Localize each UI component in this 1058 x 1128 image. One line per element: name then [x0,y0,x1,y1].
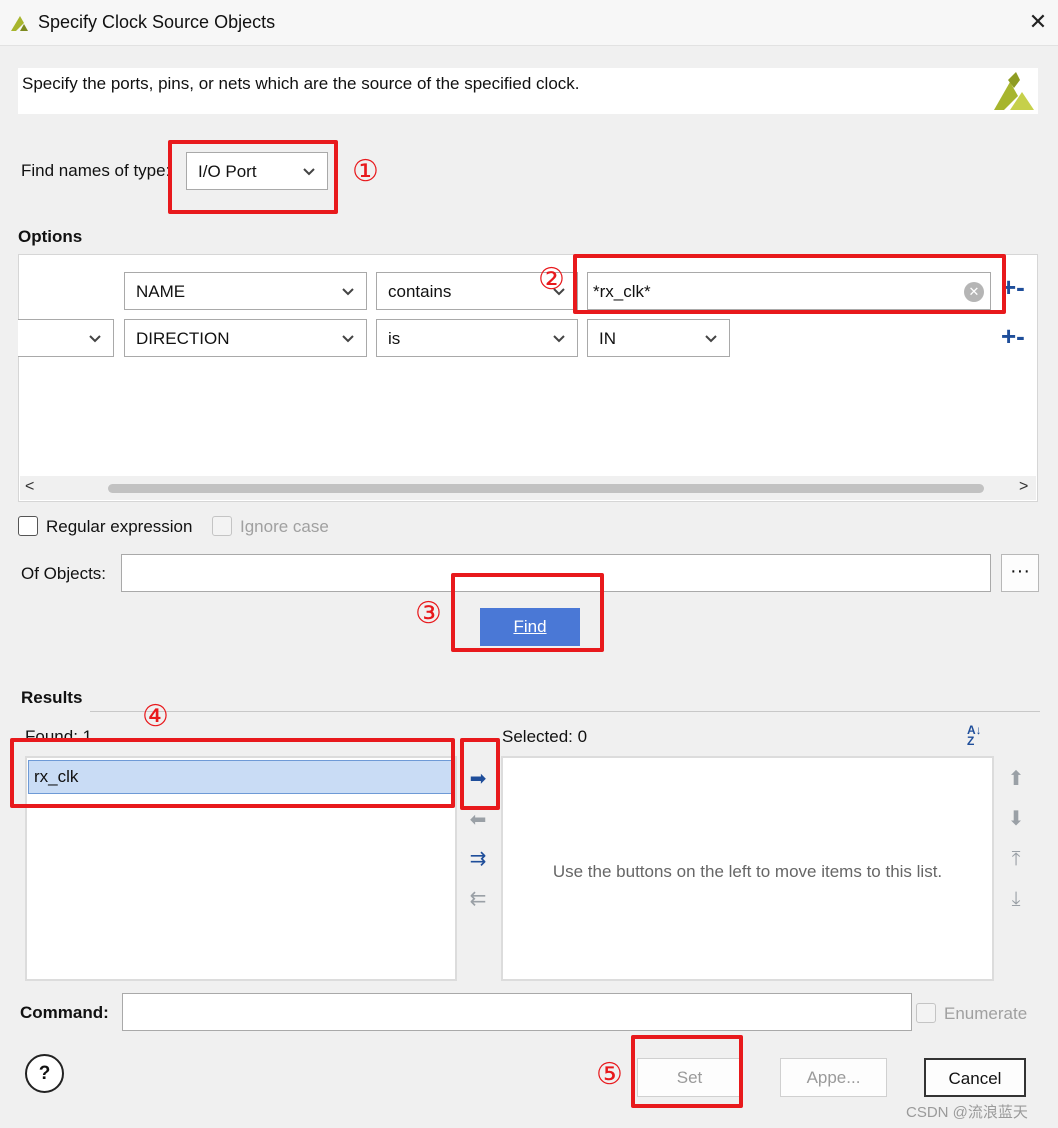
annotation-4: ④ [142,700,169,733]
enumerate-label: Enumerate [944,1004,1028,1023]
chevron-down-icon [342,335,354,343]
cancel-button[interactable]: Cancel [924,1058,1026,1097]
row2-operator-combo[interactable]: is [376,319,578,357]
scroll-left-icon[interactable]: < [25,478,34,496]
annotation-5: ⑤ [596,1058,623,1091]
regex-checkbox[interactable] [18,516,38,536]
scrollbar-thumb[interactable] [108,484,984,493]
results-title: Results [21,688,83,707]
vivado-logo-icon [994,72,1034,110]
row2-property-value: DIRECTION [136,329,230,348]
annotation-box-4 [10,738,455,808]
selected-list[interactable]: Use the buttons on the left to move item… [501,756,994,981]
of-objects-label: Of Objects: [21,564,107,583]
results-divider [90,711,1040,712]
chevron-down-icon [89,335,101,343]
chevron-down-icon [705,335,717,343]
options-title: Options [18,227,83,246]
ignore-case-label: Ignore case [240,517,329,536]
options-scrollbar[interactable]: < > [20,476,1036,500]
row2-value-text: IN [599,329,616,348]
ignore-case-checkbox[interactable] [212,516,232,536]
move-up-icon[interactable]: ⬆ [1004,767,1028,791]
find-type-label: Find names of type: [21,161,171,180]
command-input[interactable] [122,993,912,1031]
annotation-3: ③ [415,597,442,630]
row1-property-combo[interactable]: NAME [124,272,367,310]
annotation-box-2 [573,254,1006,314]
row2-value-combo[interactable]: IN [587,319,730,357]
annotation-2: ② [538,263,565,296]
description-text: Specify the ports, pins, or nets which a… [22,74,580,93]
chevron-down-icon [553,335,565,343]
selected-placeholder: Use the buttons on the left to move item… [552,862,943,881]
close-icon[interactable]: ✕ [1024,8,1052,36]
move-all-left-icon[interactable]: ⇇ [466,887,490,911]
move-down-icon[interactable]: ⬇ [1004,807,1028,831]
watermark: CSDN @流浪蓝天 [906,1104,1028,1121]
row2-operator-value: is [388,329,401,348]
enumerate-checkbox[interactable] [916,1003,936,1023]
annotation-box-3 [451,573,604,652]
title-bar: Specify Clock Source Objects ✕ [0,0,1058,46]
annotation-box-5 [631,1035,743,1108]
row1-operator-value: contains [388,282,452,301]
row2-property-combo[interactable]: DIRECTION [124,319,367,357]
move-bottom-icon[interactable]: ⤓ [1004,887,1028,911]
move-left-icon[interactable]: ⬅ [466,808,490,832]
row2-logic-combo[interactable] [18,319,114,357]
scroll-right-icon[interactable]: > [1019,478,1028,496]
regex-label: Regular expression [46,517,193,536]
sort-az-icon[interactable]: A↓ Z [967,724,982,747]
help-button[interactable]: ? [25,1054,64,1093]
annotation-1: ① [352,155,379,188]
selected-count: Selected: 0 [502,727,588,746]
row1-property-value: NAME [136,282,186,301]
annotation-box-move [460,738,500,810]
annotation-box-1 [168,140,338,214]
description-banner: Specify the ports, pins, or nets which a… [18,68,1038,114]
command-label: Command: [20,1003,109,1022]
browse-button[interactable]: ··· [1001,554,1039,592]
app-logo-icon [11,16,28,31]
add-remove-row2-icon[interactable]: +- [1001,320,1025,352]
append-button[interactable]: Appe... [780,1058,887,1097]
move-top-icon[interactable]: ⤒ [1004,847,1028,871]
window-title: Specify Clock Source Objects [38,12,276,32]
move-all-right-icon[interactable]: ⇉ [466,847,490,871]
chevron-down-icon [342,288,354,296]
